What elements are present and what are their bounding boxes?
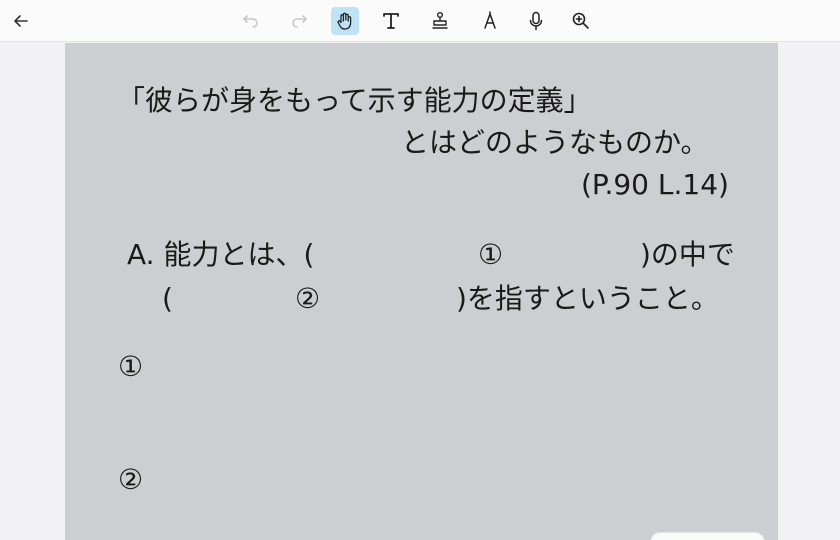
mic-icon[interactable] — [522, 7, 550, 35]
pen-icon[interactable] — [476, 7, 504, 35]
redo-icon[interactable] — [286, 7, 314, 35]
blank-2-marker: ② — [295, 282, 321, 315]
back-arrow-icon[interactable] — [7, 7, 35, 35]
blank-1-marker: ① — [478, 238, 504, 271]
stamp-icon[interactable] — [426, 7, 454, 35]
page-reference: (P.90 L.14) — [581, 168, 729, 201]
question-line-1: 「彼らが身をもって示す能力の定義」 — [117, 84, 592, 117]
hand-icon[interactable] — [331, 7, 359, 35]
undo-icon[interactable] — [236, 7, 264, 35]
document-page[interactable]: 「彼らが身をもって示す能力の定義」 とはどのようなものか。 (P.90 L.14… — [65, 43, 778, 540]
answer-prefix: A. 能力とは、( — [127, 238, 315, 271]
page-control-widget[interactable] — [650, 532, 765, 540]
text-icon[interactable] — [377, 7, 405, 35]
toolbar — [0, 0, 840, 42]
answer-item-1-marker: ① — [118, 350, 144, 383]
question-line-2: とはどのようなものか。 — [401, 126, 709, 159]
answer-item-2-marker: ② — [118, 463, 144, 496]
zoom-in-icon[interactable] — [567, 7, 595, 35]
answer-line-1-end: )の中で — [640, 238, 735, 271]
answer-line-2-end: )を指すということ。 — [456, 282, 719, 315]
answer-line-2-start: ( — [162, 282, 173, 315]
